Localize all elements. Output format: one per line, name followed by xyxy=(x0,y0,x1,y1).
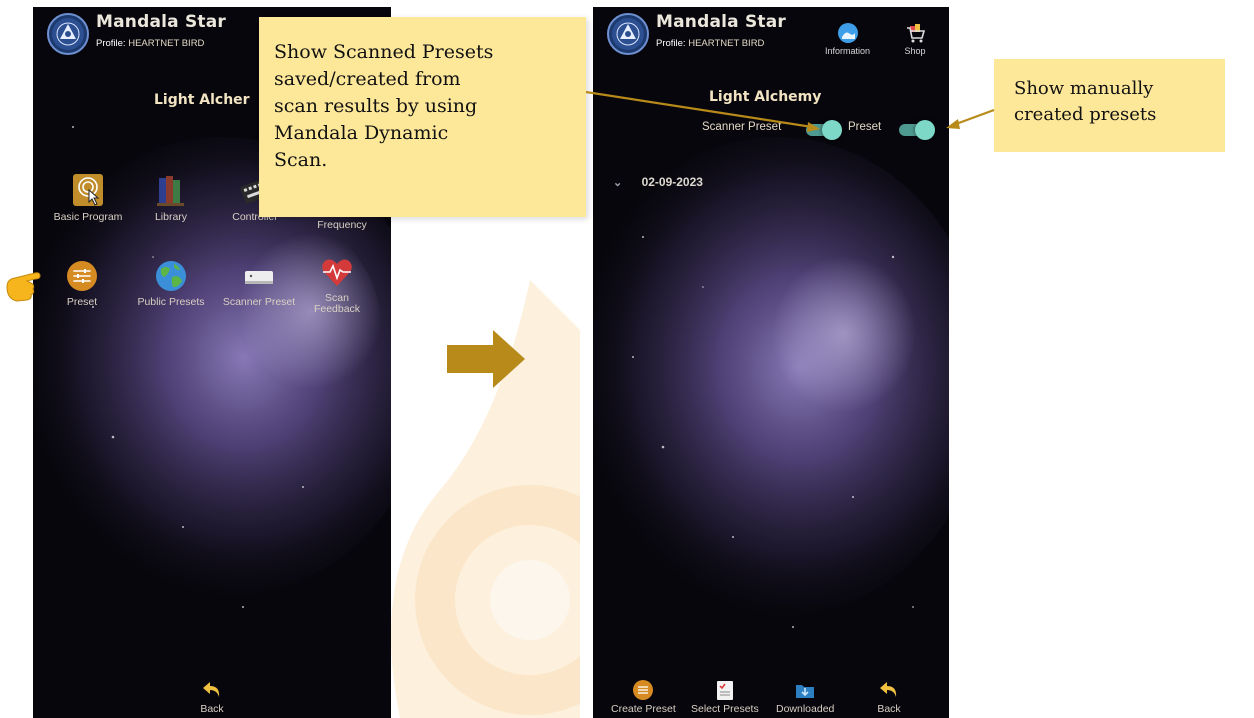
downloaded-label: Downloaded xyxy=(776,703,835,715)
grid-item-basic-program[interactable]: Basic Program xyxy=(48,172,128,223)
profile-value: HEARTNET BIRD xyxy=(688,38,765,49)
preset-toggle-label: Preset xyxy=(848,121,882,133)
back-button[interactable]: Back xyxy=(877,679,901,715)
back-button[interactable]: Back xyxy=(200,679,224,715)
callout-scanned-presets: Show Scanned Presets saved/created from … xyxy=(259,17,586,217)
shop-button[interactable]: Shop xyxy=(904,22,926,56)
callout-line: Scan. xyxy=(274,149,328,171)
scanner-preset-toggle-label: Scanner Preset xyxy=(702,121,782,133)
back-arrow-icon xyxy=(200,679,224,701)
date-label: 02-09-2023 xyxy=(641,175,703,189)
back-label: Back xyxy=(200,703,224,715)
download-folder-icon xyxy=(793,679,817,701)
callout-line: Mandala Dynamic xyxy=(274,122,449,144)
callout-line: Show manually xyxy=(1014,78,1154,99)
sliders-icon xyxy=(63,257,101,295)
callout-line: saved/created from xyxy=(274,68,461,90)
phone-screen-presets: Mandala Star Profile: HEARTNET BIRD Info… xyxy=(593,7,949,718)
grid-item-scanner-preset[interactable]: Scanner Preset xyxy=(219,257,299,308)
app-logo[interactable] xyxy=(607,13,649,55)
scanner-preset-toggle[interactable] xyxy=(806,120,842,140)
create-preset-button[interactable]: Create Preset xyxy=(611,679,676,715)
profile-label: Profile: xyxy=(96,38,126,49)
grid-item-preset[interactable]: Preset xyxy=(42,257,122,308)
preset-toggle[interactable] xyxy=(899,120,935,140)
heart-scan-icon xyxy=(318,253,356,291)
grid-item-library[interactable]: Library xyxy=(131,172,211,223)
app-logo[interactable] xyxy=(47,13,89,55)
select-presets-button[interactable]: Select Presets xyxy=(691,679,759,715)
toggle-knob xyxy=(915,120,935,140)
grid-item-label: Preset xyxy=(66,296,98,308)
information-label: Information xyxy=(825,46,871,56)
scanner-icon xyxy=(240,257,278,295)
profile-label: Profile: xyxy=(656,38,686,49)
information-button[interactable]: Information xyxy=(825,22,870,56)
callout-line: Show Scanned Presets xyxy=(274,41,494,63)
checklist-icon xyxy=(713,679,737,701)
select-presets-label: Select Presets xyxy=(691,703,759,715)
grid-item-scan-feedback[interactable]: Scan Feedback xyxy=(297,253,377,315)
back-label: Back xyxy=(877,703,901,715)
create-preset-label: Create Preset xyxy=(611,703,676,715)
callout-manual-presets: Show manually created presets xyxy=(994,59,1225,152)
callout-line: scan results by using xyxy=(274,95,478,117)
page-title: Light Alchemy xyxy=(709,89,822,105)
sliders-icon xyxy=(631,679,655,701)
downloaded-button[interactable]: Downloaded xyxy=(776,679,834,715)
app-title: Mandala Star xyxy=(656,12,786,32)
books-icon xyxy=(152,172,190,210)
callout-line: created presets xyxy=(1014,104,1157,125)
profile-text: Profile: HEARTNET BIRD xyxy=(656,38,764,49)
nebula-background xyxy=(593,7,949,718)
profile-text: Profile: HEARTNET BIRD xyxy=(96,38,204,49)
back-arrow-icon xyxy=(877,679,901,701)
page-title: Light Alcher xyxy=(154,92,250,108)
grid-item-label-line2: Feedback xyxy=(313,303,361,315)
information-icon xyxy=(837,22,859,44)
toggle-knob xyxy=(822,120,842,140)
profile-value: HEARTNET BIRD xyxy=(128,38,205,49)
grid-item-label: Frequency xyxy=(317,219,367,231)
shop-label: Shop xyxy=(904,46,926,56)
grid-item-label: Public Presets xyxy=(137,296,205,308)
grid-item-public-presets[interactable]: Public Presets xyxy=(131,257,211,308)
touch-icon xyxy=(69,172,107,210)
grid-item-label: Library xyxy=(154,211,188,223)
globe-icon xyxy=(152,257,190,295)
app-title: Mandala Star xyxy=(96,12,226,32)
grid-item-label: Scanner Preset xyxy=(222,296,296,308)
pointing-hand-icon xyxy=(6,272,41,302)
shop-cart-icon xyxy=(904,22,926,44)
date-group-header[interactable]: ⌄ 02-09-2023 xyxy=(613,175,703,189)
right-arrow-icon xyxy=(447,330,525,388)
chevron-down-icon: ⌄ xyxy=(613,177,623,189)
grid-item-label: Basic Program xyxy=(53,211,123,223)
